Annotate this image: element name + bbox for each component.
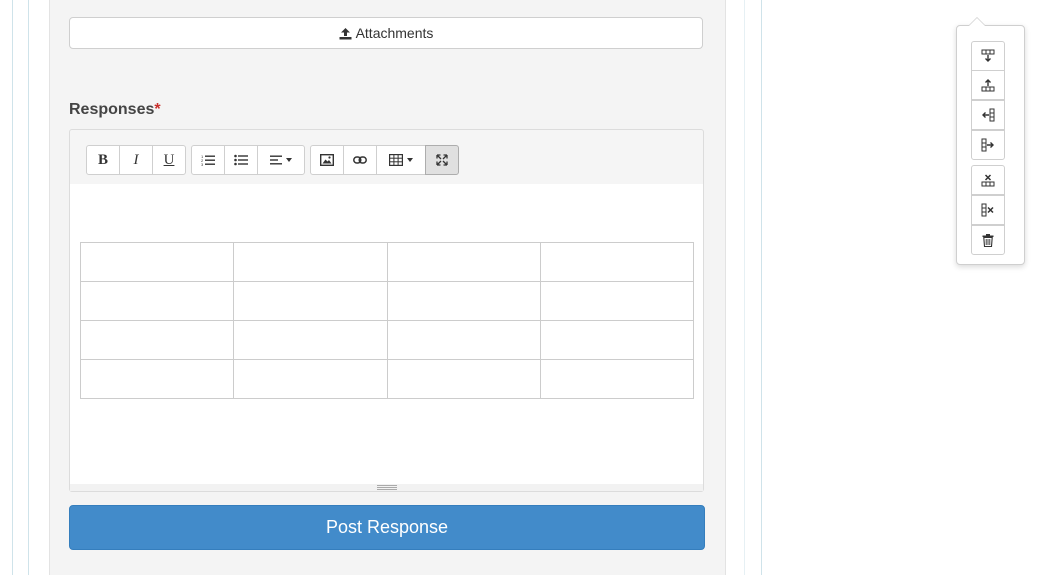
unordered-list-button[interactable] <box>224 145 258 175</box>
table-cell[interactable] <box>233 320 388 360</box>
delete-row-button[interactable] <box>971 165 1005 195</box>
add-col-left-button[interactable] <box>971 100 1005 130</box>
responses-label: Responses* <box>69 101 161 119</box>
editor-resize-handle[interactable] <box>70 484 703 491</box>
layout-guide-line <box>12 0 13 575</box>
delete-row-icon <box>981 174 995 187</box>
editor-content-area[interactable] <box>70 184 703 484</box>
insert-group <box>310 145 459 175</box>
font-style-group: B I U <box>86 145 186 175</box>
editor-table[interactable] <box>79 242 695 399</box>
delete-table-button[interactable] <box>971 225 1005 255</box>
editor-toolbar: B I U 1 2 3 <box>86 145 464 175</box>
link-icon <box>353 156 367 164</box>
list-group: 1 2 3 <box>191 145 305 175</box>
table-cell[interactable] <box>386 281 541 321</box>
table-cell[interactable] <box>539 359 695 399</box>
table-cell[interactable] <box>386 359 541 399</box>
picture-icon <box>320 154 334 166</box>
add-row-below-button[interactable] <box>971 41 1005 71</box>
table-cell[interactable] <box>386 242 541 282</box>
post-response-button[interactable]: Post Response <box>69 505 705 550</box>
align-left-icon <box>270 155 282 165</box>
table-cell[interactable] <box>233 281 388 321</box>
table-cell[interactable] <box>233 359 388 399</box>
paragraph-align-dropdown[interactable] <box>257 145 305 175</box>
table-row <box>79 320 695 360</box>
row-above-icon <box>981 79 995 92</box>
fullscreen-icon <box>436 154 448 166</box>
table-cell[interactable] <box>539 242 695 282</box>
underline-icon: U <box>163 151 175 168</box>
col-left-icon <box>982 108 995 122</box>
ordered-list-button[interactable]: 1 2 3 <box>191 145 225 175</box>
svg-text:3: 3 <box>201 162 204 166</box>
delete-col-button[interactable] <box>971 195 1005 225</box>
attachments-label: Attachments <box>355 25 434 41</box>
attachments-button[interactable]: Attachments <box>69 17 703 49</box>
caret-down-icon <box>286 158 292 162</box>
add-row-above-button[interactable] <box>971 70 1005 100</box>
table-edit-popover <box>956 17 1025 265</box>
table-cell[interactable] <box>386 320 541 360</box>
row-below-icon <box>981 49 995 62</box>
delete-col-icon <box>981 203 994 217</box>
italic-button[interactable]: I <box>119 145 153 175</box>
insert-table-dropdown[interactable] <box>376 145 426 175</box>
table-row <box>79 359 695 399</box>
italic-icon: I <box>133 151 139 168</box>
table-cell[interactable] <box>79 281 235 321</box>
table-cell[interactable] <box>79 320 235 360</box>
table-cell[interactable] <box>539 320 695 360</box>
layout-guide-line <box>28 0 29 575</box>
underline-button[interactable]: U <box>152 145 186 175</box>
insert-link-button[interactable] <box>343 145 377 175</box>
popover-arrow <box>968 17 986 26</box>
insert-picture-button[interactable] <box>310 145 344 175</box>
add-col-right-button[interactable] <box>971 130 1005 160</box>
trash-icon <box>982 233 994 247</box>
col-right-icon <box>981 138 994 152</box>
ordered-list-icon: 1 2 3 <box>201 154 215 166</box>
layout-guide-line <box>744 0 745 575</box>
responses-label-text: Responses <box>69 101 155 118</box>
table-cell[interactable] <box>539 281 695 321</box>
bold-icon: B <box>97 151 108 168</box>
upload-icon <box>339 27 352 39</box>
grip-icon <box>377 485 397 490</box>
table-cell[interactable] <box>233 242 388 282</box>
table-row <box>79 242 695 282</box>
table-cell[interactable] <box>79 359 235 399</box>
required-mark: * <box>154 101 161 118</box>
table-cell[interactable] <box>79 242 235 282</box>
table-row <box>79 281 695 321</box>
fullscreen-button[interactable] <box>425 145 459 175</box>
layout-guide-line <box>761 0 762 575</box>
caret-down-icon <box>407 158 413 162</box>
table-icon <box>389 154 403 166</box>
unordered-list-icon <box>234 154 248 166</box>
bold-button[interactable]: B <box>86 145 120 175</box>
rich-text-editor: B I U 1 2 3 <box>69 129 704 492</box>
